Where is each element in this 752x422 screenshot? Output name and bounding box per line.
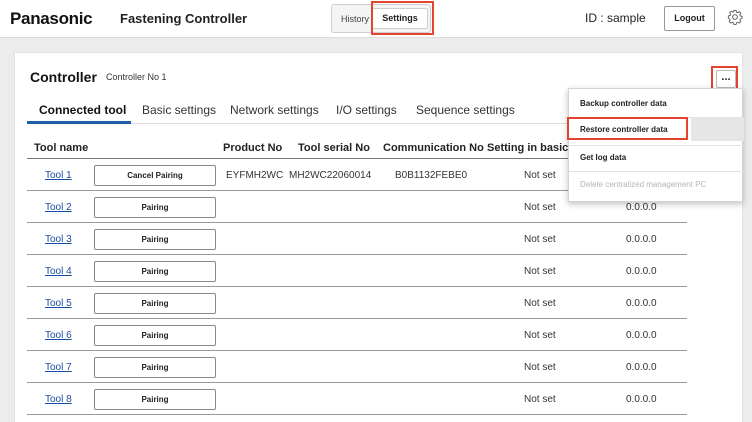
pairing-button[interactable]: Pairing: [94, 229, 216, 250]
controller-title: Controller: [30, 69, 97, 85]
tool-link[interactable]: Tool 2: [45, 202, 72, 213]
ip-address: 0.0.0.0: [626, 234, 657, 245]
ip-address: 0.0.0.0: [626, 202, 657, 213]
menu-item-delete-pc: Delete centralized management PC: [580, 180, 707, 189]
settings-highlight-box: [371, 1, 434, 35]
col-product-no: Product No: [223, 142, 283, 154]
cancel-pairing-button[interactable]: Cancel Pairing: [94, 165, 216, 186]
ip-address: 0.0.0.0: [626, 298, 657, 309]
active-tab-indicator: [27, 121, 131, 124]
serial-no: MH2WC22060014: [289, 170, 372, 181]
basic-setting: Not set: [524, 202, 556, 213]
pairing-button[interactable]: Pairing: [94, 357, 216, 378]
basic-setting: Not set: [524, 298, 556, 309]
comm-no: B0B1132FEBE0: [395, 170, 468, 181]
tool-link[interactable]: Tool 8: [45, 394, 72, 405]
tab-io-settings[interactable]: I/O settings: [336, 103, 397, 117]
ip-address: 0.0.0.0: [626, 330, 657, 341]
basic-setting: Not set: [524, 234, 556, 245]
col-tool-name: Tool name: [34, 142, 89, 154]
table-row: Tool 5 Pairing Not set 0.0.0.0: [27, 287, 687, 319]
logout-button[interactable]: Logout: [664, 6, 715, 31]
app-title: Fastening Controller: [120, 11, 248, 26]
menu-divider: [569, 145, 744, 146]
basic-setting: Not set: [524, 266, 556, 277]
pairing-button[interactable]: Pairing: [94, 293, 216, 314]
pairing-button[interactable]: Pairing: [94, 197, 216, 218]
menu-item-get-log[interactable]: Get log data: [569, 153, 744, 162]
tool-link[interactable]: Tool 6: [45, 330, 72, 341]
col-tool-serial-no: Tool serial No: [298, 142, 370, 154]
history-button[interactable]: History: [341, 14, 369, 24]
basic-setting: Not set: [524, 330, 556, 341]
table-row: Tool 6 Pairing Not set 0.0.0.0: [27, 319, 687, 351]
top-bar: Panasonic Fastening Controller History S…: [0, 0, 752, 38]
basic-setting: Not set: [524, 394, 556, 405]
basic-setting: Not set: [524, 362, 556, 373]
table-row: Tool 7 Pairing Not set 0.0.0.0: [27, 351, 687, 383]
tab-connected-tool[interactable]: Connected tool: [39, 103, 126, 117]
tool-link[interactable]: Tool 5: [45, 298, 72, 309]
table-row: Tool 4 Pairing Not set 0.0.0.0: [27, 255, 687, 287]
table-row: Tool 3 Pairing Not set 0.0.0.0: [27, 223, 687, 255]
ip-address: 0.0.0.0: [626, 266, 657, 277]
menu-item-backup[interactable]: Backup controller data: [569, 99, 744, 108]
restore-highlight-box: [567, 117, 688, 140]
ip-address: 0.0.0.0: [626, 362, 657, 373]
pairing-button[interactable]: Pairing: [94, 389, 216, 410]
pairing-button[interactable]: Pairing: [94, 325, 216, 346]
tab-network-settings[interactable]: Network settings: [230, 103, 319, 117]
basic-setting: Not set: [524, 170, 556, 181]
tool-link[interactable]: Tool 3: [45, 234, 72, 245]
menu-divider: [569, 171, 744, 172]
tab-basic-settings[interactable]: Basic settings: [142, 103, 216, 117]
tab-sequence-settings[interactable]: Sequence settings: [416, 103, 515, 117]
controller-subtitle: Controller No 1: [106, 72, 167, 82]
tool-link[interactable]: Tool 1: [45, 170, 72, 181]
table-row: Tool 8 Pairing Not set 0.0.0.0: [27, 383, 687, 415]
tool-link[interactable]: Tool 7: [45, 362, 72, 373]
pairing-button[interactable]: Pairing: [94, 261, 216, 282]
gear-icon[interactable]: [727, 9, 743, 25]
ip-address: 0.0.0.0: [626, 394, 657, 405]
brand-logo: Panasonic: [10, 9, 93, 28]
tool-link[interactable]: Tool 4: [45, 266, 72, 277]
options-menu: Backup controller data Restore controlle…: [568, 88, 744, 202]
col-communication-no: Communication No: [383, 142, 484, 154]
user-id: ID : sample: [585, 11, 646, 25]
product-no: EYFMH2WC: [226, 170, 284, 181]
